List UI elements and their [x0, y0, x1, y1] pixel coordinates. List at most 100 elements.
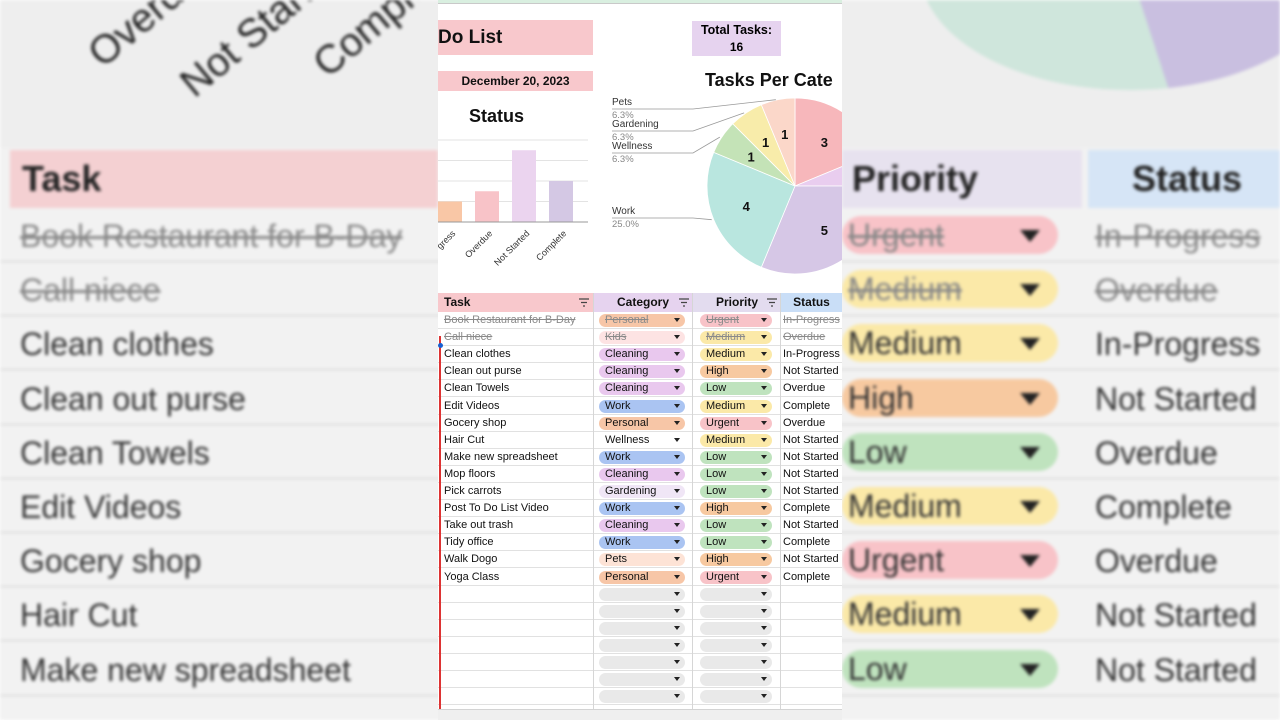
priority-dropdown[interactable]: Medium	[700, 348, 772, 362]
status-cell[interactable]: Complete	[783, 534, 841, 551]
table-row: Post To Do List Video Work High Complete	[438, 500, 842, 518]
header-category[interactable]: Category	[593, 293, 693, 312]
category-dropdown[interactable]: Personal	[599, 416, 685, 430]
priority-dropdown[interactable]: Medium	[700, 433, 772, 447]
empty-row	[438, 688, 842, 706]
priority-dropdown[interactable]: Low	[700, 467, 772, 481]
status-cell[interactable]: In-Progress	[783, 346, 841, 363]
category-dropdown[interactable]: Cleaning	[599, 382, 685, 396]
task-cell[interactable]: Walk Dogo	[444, 551, 589, 568]
header-task[interactable]: Task	[438, 293, 593, 312]
bar-tick-label: gress	[438, 228, 458, 251]
status-cell[interactable]: Overdue	[783, 380, 841, 397]
background-task-text: Clean out purse	[20, 380, 246, 417]
task-cell[interactable]: Hair Cut	[444, 432, 589, 449]
status-cell[interactable]: Not Started	[783, 551, 841, 568]
category-dropdown[interactable]: Personal	[599, 314, 685, 327]
priority-dropdown[interactable]: High	[700, 365, 772, 379]
task-cell[interactable]: Call niece	[444, 329, 589, 346]
priority-dropdown[interactable]: Low	[700, 536, 772, 550]
chevron-down-icon	[761, 454, 767, 459]
status-cell[interactable]: Not Started	[783, 363, 841, 380]
selection-handle[interactable]	[438, 343, 443, 348]
priority-dropdown[interactable]: Low	[700, 485, 772, 498]
category-dropdown[interactable]	[599, 673, 685, 687]
category-dropdown[interactable]: Pets	[599, 553, 685, 567]
category-dropdown[interactable]	[599, 621, 685, 635]
task-cell[interactable]: Clean clothes	[444, 346, 589, 363]
task-cell[interactable]: Post To Do List Video	[444, 500, 589, 517]
priority-dropdown[interactable]: Medium	[700, 331, 772, 345]
chevron-down-icon	[674, 489, 680, 493]
task-cell[interactable]: Clean out purse	[444, 363, 589, 380]
status-cell[interactable]: Not Started	[783, 483, 841, 500]
date-cell[interactable]: December 20, 2023	[438, 71, 593, 91]
priority-dropdown[interactable]	[700, 673, 772, 687]
task-cell[interactable]: Edit Videos	[444, 398, 589, 415]
category-dropdown[interactable]: Gardening	[599, 485, 685, 498]
status-cell[interactable]: Overdue	[783, 415, 841, 432]
category-dropdown[interactable]: Cleaning	[599, 348, 685, 362]
category-dropdown[interactable]	[599, 638, 685, 652]
priority-dropdown[interactable]	[700, 638, 772, 652]
task-cell[interactable]: Gocery shop	[444, 415, 589, 432]
priority-label: Low	[706, 467, 727, 480]
priority-dropdown[interactable]: Low	[700, 519, 772, 533]
status-cell[interactable]: Complete	[783, 569, 841, 586]
task-cell[interactable]: Make new spreadsheet	[444, 449, 589, 466]
priority-dropdown[interactable]: High	[700, 502, 772, 516]
category-dropdown[interactable]: Kids	[599, 331, 685, 345]
task-cell[interactable]: Clean Towels	[444, 380, 589, 397]
status-cell[interactable]: Not Started	[783, 432, 841, 449]
table-row: Walk Dogo Pets High Not Started	[438, 551, 842, 569]
category-dropdown[interactable]	[599, 690, 685, 704]
chevron-down-icon	[1020, 663, 1040, 676]
status-cell[interactable]: In-Progress	[783, 312, 841, 329]
category-dropdown[interactable]: Cleaning	[599, 519, 685, 533]
status-cell[interactable]: Not Started	[783, 449, 841, 466]
priority-label: Medium	[706, 399, 746, 412]
priority-dropdown[interactable]: Low	[700, 382, 772, 396]
category-dropdown[interactable]: Cleaning	[599, 365, 685, 379]
status-cell[interactable]: Not Started	[783, 466, 841, 483]
filter-icon[interactable]	[767, 298, 777, 307]
category-dropdown[interactable]: Cleaning	[599, 467, 685, 481]
status-cell[interactable]: Overdue	[783, 329, 841, 346]
category-dropdown[interactable]: Wellness	[599, 433, 685, 447]
status-cell[interactable]: Complete	[783, 398, 841, 415]
horizontal-scrollbar[interactable]	[438, 709, 842, 720]
priority-dropdown[interactable]: Medium	[700, 399, 772, 413]
task-cell[interactable]: Book Restaurant for B-Day	[444, 312, 589, 329]
priority-dropdown[interactable]	[700, 621, 772, 635]
filter-icon[interactable]	[679, 298, 689, 307]
header-priority[interactable]: Priority	[693, 293, 781, 312]
task-cell[interactable]: Take out trash	[444, 517, 589, 534]
priority-dropdown[interactable]: High	[700, 553, 772, 567]
status-cell[interactable]: Complete	[783, 500, 841, 517]
filter-icon[interactable]	[579, 298, 589, 307]
category-dropdown[interactable]: Work	[599, 450, 685, 464]
priority-dropdown[interactable]: Urgent	[700, 570, 772, 584]
category-dropdown[interactable]	[599, 587, 685, 601]
priority-dropdown[interactable]	[700, 604, 772, 618]
header-status[interactable]: Status	[781, 293, 842, 312]
category-dropdown[interactable]: Work	[599, 502, 685, 516]
category-dropdown[interactable]	[599, 604, 685, 618]
priority-dropdown[interactable]	[700, 587, 772, 601]
priority-dropdown[interactable]: Urgent	[700, 314, 772, 327]
task-cell[interactable]: Yoga Class	[444, 569, 589, 586]
category-dropdown[interactable]: Personal	[599, 570, 685, 584]
task-cell[interactable]: Tidy office	[444, 534, 589, 551]
category-dropdown[interactable]: Work	[599, 536, 685, 550]
priority-dropdown[interactable]	[700, 656, 772, 669]
priority-dropdown[interactable]: Urgent	[700, 416, 772, 430]
status-bar-chart[interactable]: gress OverdueNot Started Complete	[438, 130, 598, 290]
priority-dropdown[interactable]	[700, 690, 772, 704]
priority-dropdown[interactable]: Low	[700, 450, 772, 464]
task-cell[interactable]: Pick carrots	[444, 483, 589, 500]
task-cell[interactable]: Mop floors	[444, 466, 589, 483]
category-dropdown[interactable]	[599, 656, 685, 669]
category-dropdown[interactable]: Work	[599, 399, 685, 413]
chevron-down-icon	[761, 403, 767, 408]
status-cell[interactable]: Not Started	[783, 517, 841, 534]
